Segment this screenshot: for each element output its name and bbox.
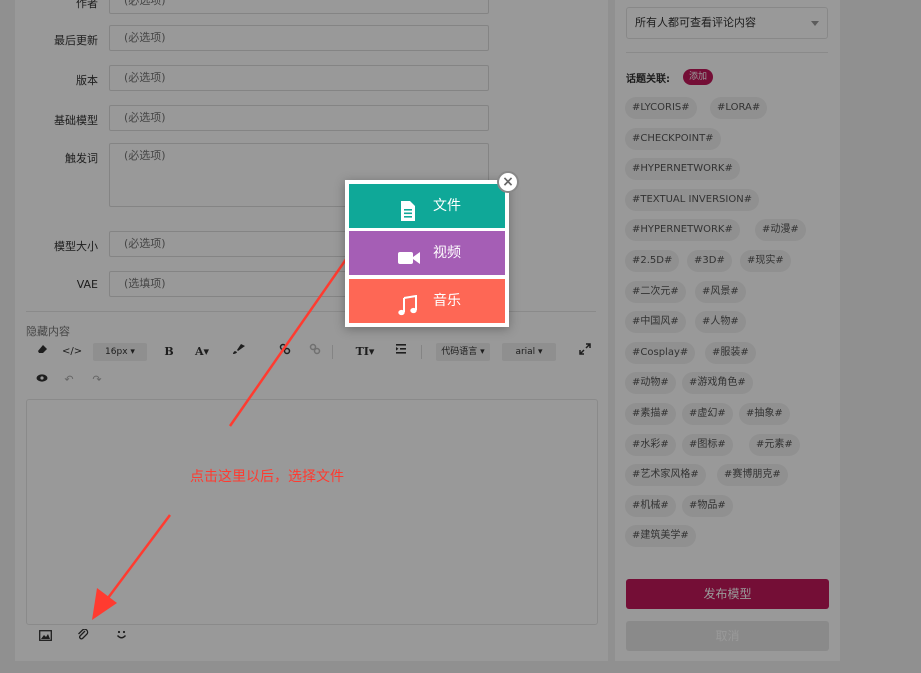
video-button-label: 视频 [433, 245, 461, 261]
arrow-to-attachment-icon [92, 514, 172, 620]
document-icon [397, 196, 419, 221]
video-button[interactable]: 视频 [349, 231, 505, 275]
tutorial-annotation: 点击这里以后，选择文件 [190, 469, 344, 485]
tutorial-arrows [92, 208, 382, 620]
music-button-label: 音乐 [433, 293, 461, 309]
video-camera-icon [397, 243, 420, 265]
music-note-icon [397, 291, 419, 316]
file-button-label: 文件 [433, 198, 461, 214]
close-popup-button[interactable]: × [497, 171, 519, 193]
arrow-shaft [100, 514, 172, 607]
music-button[interactable]: 音乐 [349, 279, 505, 323]
upload-type-popup: 文件 视频 音乐 [345, 180, 509, 327]
file-button[interactable]: 文件 [349, 184, 505, 228]
